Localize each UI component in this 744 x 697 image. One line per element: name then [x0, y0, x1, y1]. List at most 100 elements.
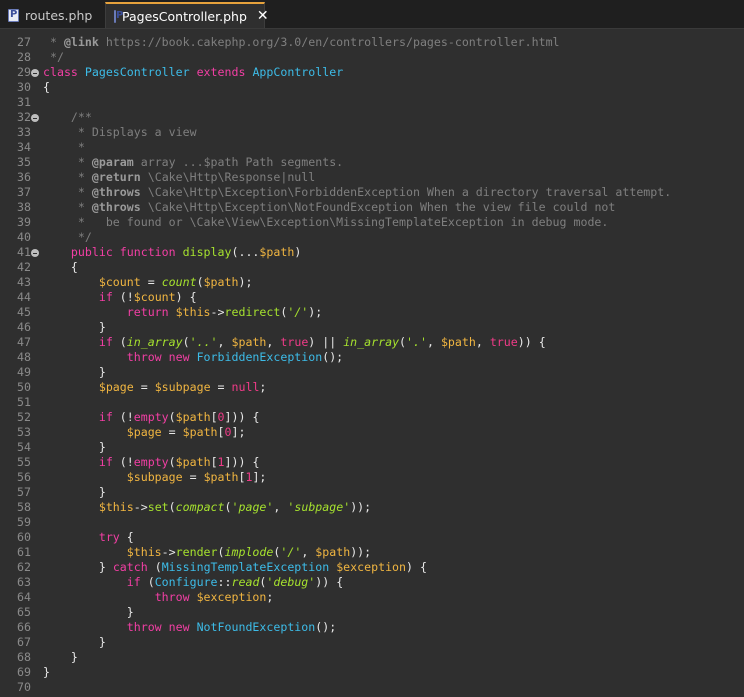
code-token: ]; — [252, 470, 267, 484]
code-token: )); — [350, 500, 372, 514]
code-line[interactable]: 45 return $this->redirect('/'); — [0, 305, 744, 320]
code-line[interactable]: 50 $page = $subpage = null; — [0, 380, 744, 395]
code-token: -> — [133, 500, 148, 514]
code-token: ( — [168, 455, 176, 469]
code-token: read — [231, 575, 260, 589]
code-line[interactable]: 37 * @throws \Cake\Http\Exception\Forbid… — [0, 185, 744, 200]
code-text: * Displays a view — [43, 125, 197, 140]
code-token: $subpage — [126, 470, 183, 484]
code-token: * — [43, 170, 92, 184]
code-line[interactable]: 63 if (Configure::read('debug')) { — [0, 575, 744, 590]
code-line[interactable]: 68 } — [0, 650, 744, 665]
code-token: 'page' — [231, 500, 274, 514]
line-number: 64 — [17, 590, 31, 604]
code-token: = — [133, 380, 155, 394]
code-text: if (!empty($path[0])) { — [43, 410, 260, 425]
code-line[interactable]: 28 */ — [0, 50, 744, 65]
code-line[interactable]: 44 if (!$count) { — [0, 290, 744, 305]
code-line[interactable]: 49 } — [0, 365, 744, 380]
code-line[interactable]: 64 throw $exception; — [0, 590, 744, 605]
code-token: return — [126, 305, 169, 319]
code-token: '.' — [406, 335, 427, 349]
tab-pagescontroller-php[interactable]: PagesController.php ✕ — [105, 2, 269, 28]
code-token: throw new — [126, 620, 190, 634]
code-token: class — [43, 65, 78, 79]
code-line[interactable]: 30 { — [0, 80, 744, 95]
code-text: throw new ForbiddenException(); — [43, 350, 343, 365]
fold-toggle-icon[interactable] — [31, 69, 39, 77]
code-token: ])) { — [224, 455, 260, 469]
code-line[interactable]: 65 } — [0, 605, 744, 620]
code-text: } — [43, 635, 106, 650]
code-token: '..' — [189, 335, 218, 349]
code-line[interactable]: 41 public function display(...$path) — [0, 245, 744, 260]
code-token: if — [98, 335, 113, 349]
code-line[interactable]: 40 */ — [0, 230, 744, 245]
code-token: * Displays a view — [43, 125, 197, 139]
fold-toggle-icon[interactable] — [31, 249, 39, 257]
code-token: * — [43, 35, 64, 49]
code-line[interactable]: 46 } — [0, 320, 744, 335]
code-token: '/' — [280, 545, 302, 559]
code-line[interactable]: 42 { — [0, 260, 744, 275]
php-file-icon — [8, 8, 19, 22]
code-line[interactable]: 48 throw new ForbiddenException(); — [0, 350, 744, 365]
line-number: 50 — [17, 380, 31, 394]
code-line[interactable]: 31 — [0, 95, 744, 110]
code-line[interactable]: 70 — [0, 680, 744, 695]
code-token: $count — [98, 275, 141, 289]
code-line[interactable]: 35 * @param array ...$path Path segments… — [0, 155, 744, 170]
tab-routes-php[interactable]: routes.php — [0, 2, 104, 28]
code-line[interactable]: 51 — [0, 395, 744, 410]
code-line[interactable]: 34 * — [0, 140, 744, 155]
fold-toggle-icon[interactable] — [31, 114, 39, 122]
code-line[interactable]: 29 class PagesController extends AppContr… — [0, 65, 744, 80]
code-token: = — [140, 275, 162, 289]
code-text: $this->set(compact('page', 'subpage')); — [43, 500, 371, 515]
code-line[interactable]: 54 } — [0, 440, 744, 455]
code-line[interactable]: 58 $this->set(compact('page', 'subpage')… — [0, 500, 744, 515]
line-number: 34 — [17, 140, 31, 154]
line-number: 49 — [17, 365, 31, 379]
code-line[interactable]: 38 * @throws \Cake\Http\Exception\NotFou… — [0, 200, 744, 215]
line-number: 63 — [17, 575, 31, 589]
code-text: $subpage = $path[1]; — [43, 470, 267, 485]
code-line[interactable]: 66 throw new NotFoundException(); — [0, 620, 744, 635]
code-line[interactable]: 57 } — [0, 485, 744, 500]
code-editor[interactable]: 27 * @link https://book.cakephp.org/3.0/… — [0, 29, 744, 697]
code-line[interactable]: 69} — [0, 665, 744, 680]
code-token: Configure — [154, 575, 218, 589]
line-number: 54 — [17, 440, 31, 454]
close-tab-icon[interactable]: ✕ — [257, 9, 269, 23]
line-number: 41 — [17, 245, 31, 259]
code-line[interactable]: 27 * @link https://book.cakephp.org/3.0/… — [0, 35, 744, 50]
code-line[interactable]: 33 * Displays a view — [0, 125, 744, 140]
code-line[interactable]: 67 } — [0, 635, 744, 650]
code-line[interactable]: 47 if (in_array('..', $path, true) || in… — [0, 335, 744, 350]
code-text: * @throws \Cake\Http\Exception\Forbidden… — [43, 185, 671, 200]
code-token: $this — [98, 500, 134, 514]
code-text: } — [43, 365, 106, 380]
code-text: * @throws \Cake\Http\Exception\NotFoundE… — [43, 200, 616, 215]
code-line[interactable]: 55 if (!empty($path[1])) { — [0, 455, 744, 470]
code-token: (... — [231, 245, 260, 259]
code-line[interactable]: 39 * be found or \Cake\View\Exception\Mi… — [0, 215, 744, 230]
line-number: 61 — [17, 545, 31, 559]
code-line[interactable]: 43 $count = count($path); — [0, 275, 744, 290]
code-line[interactable]: 59 — [0, 515, 744, 530]
code-line[interactable]: 61 $this->render(implode('/', $path)); — [0, 545, 744, 560]
line-number: 70 — [17, 680, 31, 694]
code-line[interactable]: 62 } catch (MissingTemplateException $ex… — [0, 560, 744, 575]
code-line[interactable]: 56 $subpage = $path[1]; — [0, 470, 744, 485]
code-token: \Cake\Http\Exception\ForbiddenException … — [140, 185, 672, 199]
code-line[interactable]: 36 * @return \Cake\Http\Response|null — [0, 170, 744, 185]
code-line[interactable]: 32 /** — [0, 110, 744, 125]
code-token: display — [182, 245, 232, 259]
code-line[interactable]: 52 if (!empty($path[0])) { — [0, 410, 744, 425]
code-line[interactable]: 60 try { — [0, 530, 744, 545]
code-token: -> — [161, 545, 176, 559]
code-line[interactable]: 53 $page = $path[0]; — [0, 425, 744, 440]
